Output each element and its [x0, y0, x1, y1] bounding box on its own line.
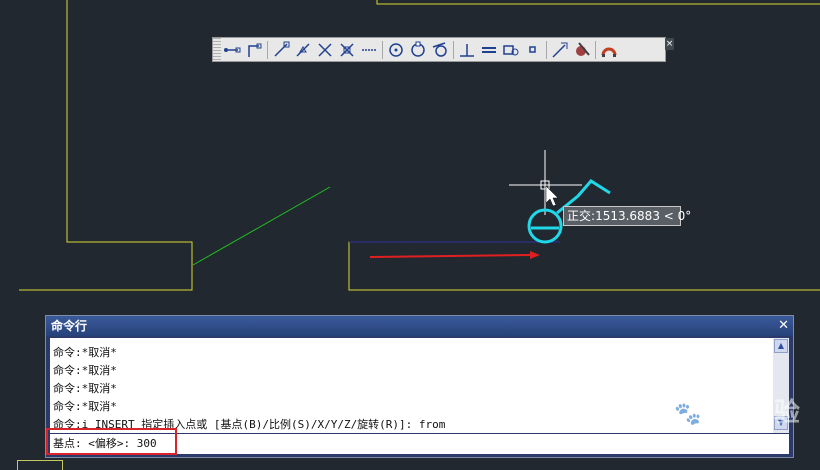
- snap-from-icon[interactable]: [243, 39, 265, 61]
- baidu-watermark-url: jingyan.baidu.com: [630, 434, 723, 445]
- nearest-icon[interactable]: [549, 39, 571, 61]
- baidu-watermark-logo: Bai🐾du 经验: [628, 398, 800, 428]
- toolbar-separator: [453, 40, 454, 59]
- history-line: 命令:*取消*: [53, 364, 117, 377]
- none-icon[interactable]: [571, 39, 593, 61]
- green-line: [192, 186, 331, 266]
- ortho-tooltip-value: 1513.6883 < 0°: [595, 209, 692, 223]
- command-window-title-bar[interactable]: 命令行 ✕: [46, 316, 793, 336]
- tangent-icon[interactable]: [429, 39, 451, 61]
- parallel-icon[interactable]: [478, 39, 500, 61]
- node-icon[interactable]: [522, 39, 544, 61]
- insert-point-icon[interactable]: [500, 39, 522, 61]
- highlight-annotation-box: [46, 428, 177, 455]
- wall-outline-bottom-right: [348, 241, 820, 291]
- osnap-settings-icon[interactable]: [598, 39, 620, 61]
- toolbar-separator: [546, 40, 547, 59]
- object-snap-toolbar: ×: [212, 37, 674, 62]
- toolbar-grip[interactable]: [213, 38, 221, 61]
- toolbar-close-icon[interactable]: ×: [665, 38, 674, 50]
- toolbar-separator: [267, 40, 268, 59]
- perpendicular-icon[interactable]: [456, 39, 478, 61]
- apparent-intersection-icon[interactable]: [336, 39, 358, 61]
- quadrant-icon[interactable]: [407, 39, 429, 61]
- endpoint-icon[interactable]: [270, 39, 292, 61]
- scroll-up-icon[interactable]: ▲: [774, 339, 788, 353]
- intersection-icon[interactable]: [314, 39, 336, 61]
- toolbar-separator: [382, 40, 383, 59]
- layout-tab-outline: [17, 460, 63, 470]
- ortho-tooltip-label: 正交: [567, 209, 592, 223]
- midpoint-icon[interactable]: [292, 39, 314, 61]
- extension-icon[interactable]: [358, 39, 380, 61]
- command-window-close-icon[interactable]: ✕: [778, 316, 789, 336]
- temp-track-point-icon[interactable]: [221, 39, 243, 61]
- command-window-title: 命令行: [51, 319, 88, 333]
- red-arrow-head: [530, 251, 540, 259]
- wall-outline-left: [19, 0, 193, 291]
- toolbar-separator: [595, 40, 596, 59]
- history-line: 命令:*取消*: [53, 346, 117, 359]
- center-icon[interactable]: [385, 39, 407, 61]
- wall-outline-top-right: [376, 0, 820, 5]
- cursor-arrow-icon: [545, 185, 559, 207]
- red-arrow-line: [369, 254, 531, 258]
- ortho-tooltip: 正交:1513.6883 < 0°: [563, 206, 691, 226]
